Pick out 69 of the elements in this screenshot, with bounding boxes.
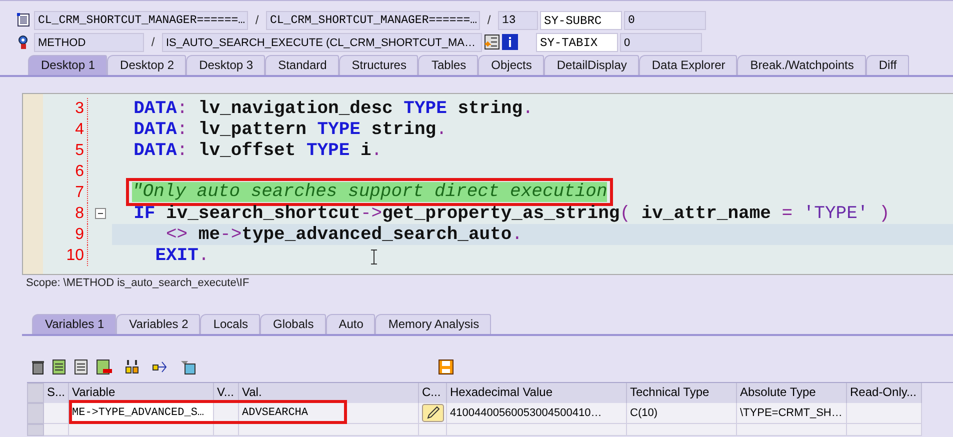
code-line: IF iv_search_shortcut->get_property_as_string( iv_attr_name = 'TYPE' ) [132, 204, 890, 224]
output-field: CL_CRM_SHORTCUT_MANAGER======… [34, 10, 248, 30]
code-line: DATA: lv_offset TYPE i. [132, 140, 382, 160]
tab[interactable]: Globals [260, 314, 326, 334]
line-number: 9 [74, 226, 85, 244]
scope-label: Scope: \METHOD is_auto_search_execute\IF [25, 276, 250, 291]
separator-slash: / [254, 13, 260, 27]
table-delete-icon[interactable] [96, 359, 112, 375]
table-icon[interactable] [52, 359, 68, 375]
line-number: 7 [74, 184, 85, 202]
text-cursor-icon [370, 249, 378, 265]
code-line: <> me->type_advanced_search_auto. [165, 224, 522, 244]
column-header[interactable]: C... [419, 383, 447, 403]
table-cell: 41004400560053004500410… [447, 403, 627, 424]
info-icon[interactable] [502, 34, 518, 50]
line-number: 3 [74, 100, 85, 118]
tab[interactable]: Desktop 1 [28, 55, 108, 75]
code-line: DATA: lv_pattern TYPE string. [132, 120, 447, 140]
output-field: IS_AUTO_SEARCH_EXECUTE (CL_CRM_SHORTCUT_MA… [162, 32, 482, 52]
tab[interactable]: Structures [338, 55, 418, 75]
separator-slash: / [486, 13, 492, 27]
line-number: 8 [74, 204, 85, 222]
column-header[interactable]: S... [44, 383, 69, 403]
filter-icon[interactable] [180, 359, 196, 375]
code-line: DATA: lv_navigation_desc TYPE string. [132, 98, 534, 118]
collapse-icon[interactable] [94, 208, 106, 219]
table-icon[interactable] [74, 359, 90, 375]
tab[interactable]: Variables 2 [116, 314, 200, 334]
blocks-icon[interactable] [124, 359, 140, 375]
table-cell: \TYPE=CRMT_SH… [737, 403, 847, 424]
tab[interactable]: Desktop 3 [186, 55, 266, 75]
tab[interactable]: Objects [478, 55, 544, 75]
table-cell: C(10) [627, 403, 737, 424]
tab[interactable]: Break./Watchpoints [737, 55, 866, 75]
tab[interactable]: Auto [326, 314, 376, 334]
output-field: 0 [620, 32, 702, 52]
tab[interactable]: Locals [200, 314, 260, 334]
tab[interactable]: DetailDisplay [544, 55, 639, 75]
list-icon[interactable] [484, 34, 500, 50]
column-header[interactable]: Read-Only... [847, 383, 922, 403]
code-line: EXIT. [154, 246, 210, 266]
output-field: SY-TABIX [536, 32, 618, 52]
column-header[interactable]: Val. [239, 383, 419, 403]
line-number: 6 [74, 162, 85, 180]
tab[interactable]: Memory Analysis [375, 314, 492, 334]
tab[interactable]: Variables 1 [32, 314, 116, 334]
column-header[interactable]: Hexadecimal Value [447, 383, 627, 403]
tab[interactable]: Standard [265, 55, 339, 75]
column-header[interactable]: Absolute Type [737, 383, 847, 403]
line-number: 10 [65, 246, 85, 264]
tab[interactable]: Diff [866, 55, 909, 75]
tab[interactable]: Tables [418, 55, 478, 75]
output-field: METHOD [34, 32, 144, 52]
output-field: SY-SUBRC [540, 10, 622, 30]
table-cell: ADVSEARCHA [239, 403, 419, 424]
column-header[interactable]: Technical Type [627, 383, 737, 403]
tab[interactable]: Desktop 2 [107, 55, 186, 75]
tab[interactable]: Data Explorer [638, 55, 738, 75]
output-field: CL_CRM_SHORTCUT_MANAGER======… [266, 10, 480, 30]
gear-icon [16, 35, 30, 49]
share-icon[interactable] [152, 359, 168, 375]
output-field: 0 [624, 10, 706, 30]
output-field: 13 [498, 10, 538, 30]
separator-slash: / [150, 35, 156, 49]
document-icon [16, 13, 30, 27]
line-number: 4 [74, 120, 85, 138]
line-number: 5 [74, 142, 85, 160]
trash-icon[interactable] [30, 359, 46, 375]
save-icon[interactable] [438, 359, 454, 375]
